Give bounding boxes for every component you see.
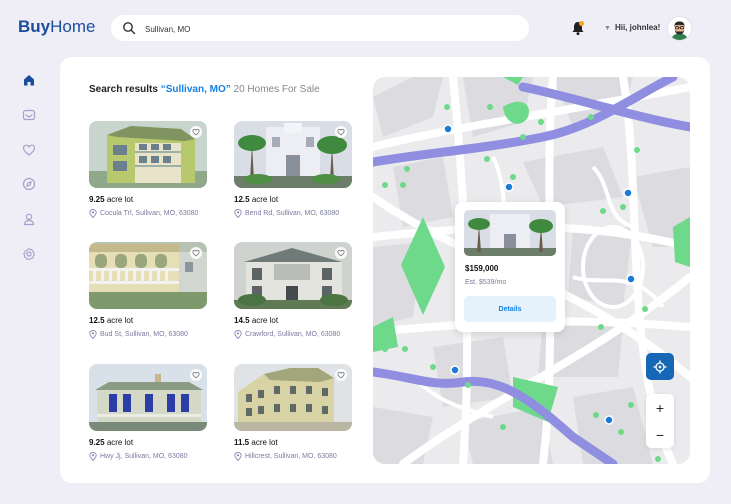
gear-icon	[23, 248, 35, 261]
listing-photo[interactable]	[89, 364, 207, 431]
heart-icon	[192, 371, 200, 379]
brand-logo[interactable]: BuyHome	[18, 17, 95, 37]
map-listing-popup[interactable]: $159,000 Est. $539/mo Details	[455, 202, 565, 332]
heart-icon	[22, 144, 36, 156]
user-menu[interactable]: ▼ Hii, johnlea!	[604, 23, 660, 32]
favorite-button[interactable]	[190, 126, 202, 138]
heart-icon	[192, 128, 200, 136]
user-icon	[23, 213, 35, 226]
listing-photo[interactable]	[234, 121, 352, 188]
listing-address: Cocula Trl, Sullivan, MO, 63080	[89, 209, 198, 218]
zoom-controls: + −	[646, 394, 674, 448]
listing-lot-size: 9.25 acre lot	[89, 195, 134, 204]
listing-card[interactable]: 12.5 acre lot Bend Rd, Sullivan, MO, 630…	[234, 121, 352, 229]
listing-photo[interactable]	[234, 364, 352, 431]
sidebar-item-home[interactable]	[16, 67, 42, 93]
listing-address: Hwy Jj, Sullivan, MO, 63080	[89, 452, 188, 461]
listing-photo[interactable]	[89, 242, 207, 309]
favorite-button[interactable]	[335, 247, 347, 259]
search-bar[interactable]	[111, 15, 529, 41]
listing-address: Bend Rd, Sullivan, MO, 63080	[234, 209, 339, 218]
zoom-in-button[interactable]: +	[646, 394, 674, 421]
results-count: 20 Homes For Sale	[233, 84, 320, 95]
sidebar-item-profile[interactable]	[16, 206, 42, 232]
listing-photo[interactable]	[89, 121, 207, 188]
favorite-button[interactable]	[335, 369, 347, 381]
location-pin-icon	[234, 330, 242, 339]
listing-lot-size: 11.5 acre lot	[234, 438, 278, 447]
sidebar-item-favorites[interactable]	[16, 137, 42, 163]
results-heading: Search results “Sullivan, MO” 20 Homes F…	[89, 84, 320, 95]
listing-lot-size: 12.5 acre lot	[234, 195, 279, 204]
location-pin-icon	[234, 452, 242, 461]
location-pin-icon	[234, 209, 242, 218]
caret-down-icon: ▼	[604, 25, 611, 32]
crosshair-icon	[653, 360, 667, 373]
greeting-text: Hii, johnlea!	[614, 23, 661, 32]
listing-card[interactable]: 9.25 acre lot Cocula Trl, Sullivan, MO, …	[89, 121, 207, 229]
compass-icon	[22, 177, 36, 191]
popup-photo[interactable]	[464, 210, 556, 256]
heart-icon	[337, 128, 345, 136]
results-query: “Sullivan, MO”	[160, 84, 231, 95]
listing-card[interactable]: 14.5 acre lot Crawford, Sullivan, MO, 63…	[234, 242, 352, 350]
search-icon	[123, 22, 136, 35]
popup-estimate: Est. $539/mo	[465, 279, 507, 286]
locate-me-button[interactable]	[646, 353, 674, 380]
house-photo-icon	[464, 210, 556, 256]
listing-card[interactable]: 12.5 acre lot Bud St, Sullivan, MO, 6308…	[89, 242, 207, 350]
location-pin-icon	[89, 330, 97, 339]
sidebar-item-messages[interactable]	[16, 102, 42, 128]
favorite-button[interactable]	[335, 126, 347, 138]
location-pin-icon	[89, 452, 97, 461]
avatar-face-icon	[668, 17, 691, 40]
favorite-button[interactable]	[190, 369, 202, 381]
location-pin-icon	[89, 209, 97, 218]
home-icon	[24, 75, 34, 86]
favorite-button[interactable]	[190, 247, 202, 259]
avatar[interactable]	[667, 16, 692, 41]
listing-card[interactable]: 9.25 acre lot Hwy Jj, Sullivan, MO, 6308…	[89, 364, 207, 472]
heart-icon	[337, 371, 345, 379]
listing-address: Crawford, Sullivan, MO, 63080	[234, 330, 340, 339]
top-bar: BuyHome ▼Hii, johnlea!	[0, 0, 731, 56]
listing-lot-size: 9.25 acre lot	[89, 438, 134, 447]
listing-address: Hillcrest, Sullivan, MO, 63080	[234, 452, 337, 461]
listing-address: Bud St, Sullivan, MO, 63080	[89, 330, 188, 339]
mail-icon	[22, 109, 36, 121]
listing-lot-size: 12.5 acre lot	[89, 316, 134, 325]
sidebar-item-settings[interactable]	[16, 241, 42, 267]
notification-dot	[579, 21, 584, 26]
listing-lot-size: 14.5 acre lot	[234, 316, 279, 325]
listing-photo[interactable]	[234, 242, 352, 309]
zoom-out-button[interactable]: −	[646, 421, 674, 448]
search-input[interactable]	[143, 19, 517, 39]
heart-icon	[337, 249, 345, 257]
details-button[interactable]: Details	[464, 296, 556, 322]
sidebar-item-explore[interactable]	[16, 171, 42, 197]
listing-card[interactable]: 11.5 acre lot Hillcrest, Sullivan, MO, 6…	[234, 364, 352, 472]
heart-icon	[192, 249, 200, 257]
popup-price: $159,000	[465, 264, 499, 273]
